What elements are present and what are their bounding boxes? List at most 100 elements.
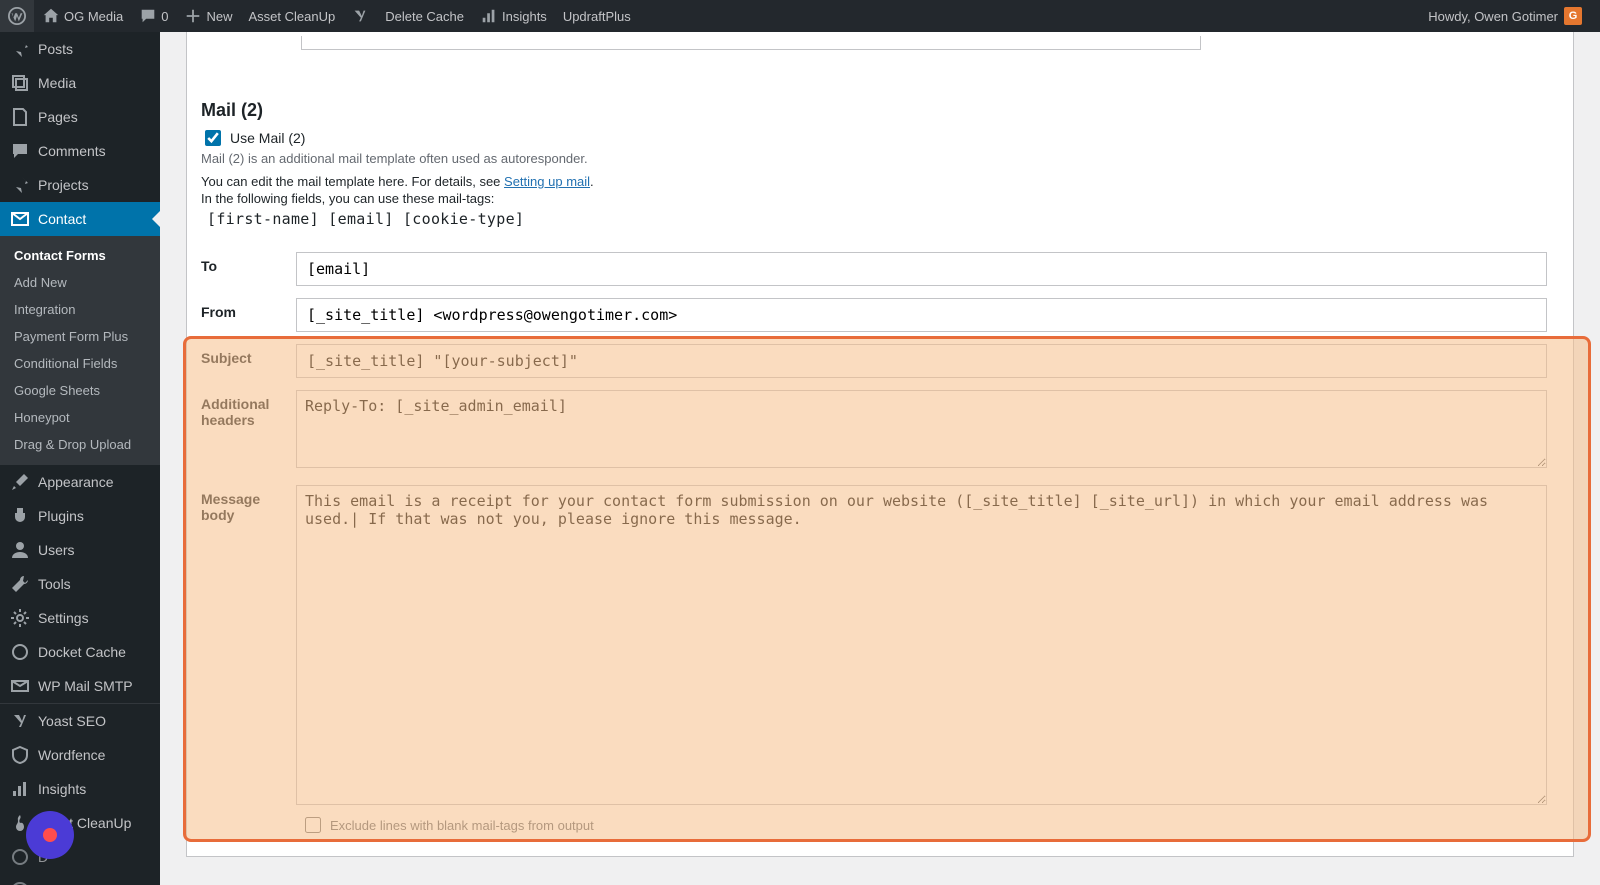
sidebar-item-docket-cache[interactable]: Docket Cache [0, 635, 160, 669]
exclude-blank-row[interactable]: Exclude lines with blank mail-tags from … [201, 810, 1547, 836]
additional-headers-label: Additional headers [201, 378, 296, 473]
submenu-honeypot[interactable]: Honeypot [0, 404, 160, 431]
comment-icon [139, 7, 157, 25]
sidebar-item-posts[interactable]: Posts [0, 32, 160, 66]
admin-bar-left: OG Media 0 New Asset CleanUp Delete Cach… [0, 0, 639, 32]
from-label: From [201, 286, 296, 332]
mail2-edit-info: You can edit the mail template here. For… [201, 174, 1547, 189]
sidebar-item-insights[interactable]: Insights [0, 772, 160, 806]
mail2-tags-list: [first-name] [email] [cookie-type] [207, 210, 1547, 228]
edit-info-text: You can edit the mail template here. For… [201, 174, 504, 189]
submenu-drag-drop-upload[interactable]: Drag & Drop Upload [0, 431, 160, 458]
insights-menu[interactable]: Insights [472, 0, 555, 32]
sidebar-collapse[interactable]: Collapse menu [0, 874, 160, 885]
site-name-menu[interactable]: OG Media [34, 0, 131, 32]
circle-icon [10, 847, 30, 867]
sidebar-item-appearance[interactable]: Appearance [0, 465, 160, 499]
sidebar-item-label: Appearance [38, 474, 114, 490]
site-name-label: OG Media [64, 9, 123, 24]
submenu-item-label: Drag & Drop Upload [14, 437, 131, 452]
sidebar-submenu-contact: Contact Forms Add New Integration Paymen… [0, 236, 160, 464]
admin-bar: OG Media 0 New Asset CleanUp Delete Cach… [0, 0, 1600, 32]
sidebar-item-pages[interactable]: Pages [0, 100, 160, 134]
from-field[interactable] [296, 298, 1547, 332]
wordpress-icon [8, 7, 26, 25]
sidebar-item-tools[interactable]: Tools [0, 567, 160, 601]
sidebar-item-label: Media [38, 75, 76, 91]
exclude-blank-checkbox[interactable] [305, 817, 321, 833]
submenu-integration[interactable]: Integration [0, 296, 160, 323]
comments-count: 0 [161, 9, 168, 24]
setting-up-mail-link[interactable]: Setting up mail [504, 174, 590, 189]
use-mail2-checkbox[interactable] [205, 130, 221, 146]
message-body-field[interactable] [296, 485, 1547, 805]
sidebar-item-settings[interactable]: Settings [0, 601, 160, 635]
collapse-icon [10, 881, 30, 885]
submenu-item-label: Contact Forms [14, 248, 106, 263]
sidebar-item-users[interactable]: Users [0, 533, 160, 567]
mail-icon [10, 209, 30, 229]
updraft-menu[interactable]: UpdraftPlus [555, 0, 639, 32]
wrench-icon [10, 574, 30, 594]
submenu-conditional-fields[interactable]: Conditional Fields [0, 350, 160, 377]
sidebar-item-asset-cleanup[interactable]: Asset CleanUp [0, 806, 160, 840]
asset-cleanup-menu[interactable]: Asset CleanUp [241, 0, 344, 32]
mail2-desc-autoresponder: Mail (2) is an additional mail template … [201, 151, 1547, 166]
yoast-icon [351, 7, 369, 25]
screen-record-button[interactable] [26, 811, 74, 859]
wp-logo-menu[interactable] [0, 0, 34, 32]
submenu-item-label: Integration [14, 302, 75, 317]
asset-cleanup-label: Asset CleanUp [249, 9, 336, 24]
delete-cache-menu[interactable]: Delete Cache [377, 0, 472, 32]
comment-icon [10, 141, 30, 161]
sidebar-item-label: Projects [38, 177, 89, 193]
sidebar-item-wp-mail-smtp[interactable]: WP Mail SMTP [0, 669, 160, 703]
to-field[interactable] [296, 252, 1547, 286]
gear-icon [10, 608, 30, 628]
sidebar-item-projects[interactable]: Projects [0, 168, 160, 202]
submenu-payment-form-plus[interactable]: Payment Form Plus [0, 323, 160, 350]
message-body-label: Message body [201, 473, 296, 810]
sidebar-item-comments[interactable]: Comments [0, 134, 160, 168]
use-mail2-row[interactable]: Use Mail (2) [201, 127, 1547, 149]
submenu-item-label: Add New [14, 275, 67, 290]
home-icon [42, 7, 60, 25]
page-icon [10, 107, 30, 127]
plug-icon [10, 506, 30, 526]
to-label: To [201, 240, 296, 286]
user-icon [10, 540, 30, 560]
sidebar-item-extra-1[interactable]: D [0, 840, 160, 874]
sidebar-item-yoast[interactable]: Yoast SEO [0, 704, 160, 738]
mail2-heading: Mail (2) [201, 100, 1547, 121]
admin-sidebar: Posts Media Pages Comments Projects Cont… [0, 32, 160, 885]
subject-field[interactable] [296, 344, 1547, 378]
additional-headers-field[interactable] [296, 390, 1547, 468]
plus-icon [184, 7, 202, 25]
main-content: Mail (2) Use Mail (2) Mail (2) is an add… [160, 0, 1600, 857]
avatar: G [1564, 7, 1582, 25]
sidebar-item-label: Pages [38, 109, 78, 125]
delete-cache-label: Delete Cache [385, 9, 464, 24]
brush-icon [10, 472, 30, 492]
sidebar-item-label: WP Mail SMTP [38, 678, 133, 694]
sidebar-item-contact[interactable]: Contact [0, 202, 160, 236]
submenu-item-label: Payment Form Plus [14, 329, 128, 344]
circle-icon [10, 642, 30, 662]
sidebar-item-plugins[interactable]: Plugins [0, 499, 160, 533]
user-account-menu[interactable]: Howdy, Owen Gotimer G [1420, 0, 1590, 32]
sidebar-item-label: Tools [38, 576, 71, 592]
new-content-menu[interactable]: New [176, 0, 240, 32]
insights-label: Insights [502, 9, 547, 24]
sidebar-item-media[interactable]: Media [0, 66, 160, 100]
submenu-add-new[interactable]: Add New [0, 269, 160, 296]
media-icon [10, 73, 30, 93]
new-label: New [206, 9, 232, 24]
yoast-menu[interactable] [343, 0, 377, 32]
submenu-google-sheets[interactable]: Google Sheets [0, 377, 160, 404]
sidebar-item-wordfence[interactable]: Wordfence [0, 738, 160, 772]
sidebar-item-label: Users [38, 542, 75, 558]
edit-info-text2: . [590, 174, 594, 189]
comments-menu[interactable]: 0 [131, 0, 176, 32]
submenu-contact-forms[interactable]: Contact Forms [0, 242, 160, 269]
pin-icon [10, 175, 30, 195]
